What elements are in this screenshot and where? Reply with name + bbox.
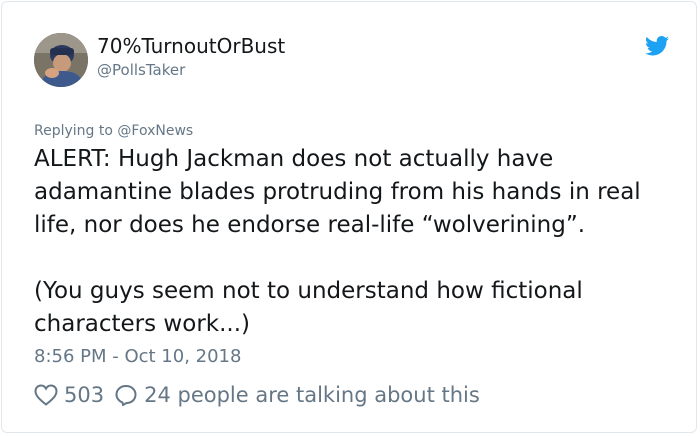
engagement-bar: 503 24 people are talking about this: [34, 380, 480, 410]
tweet-text-line: adamantine blades protruding from his ha…: [34, 179, 641, 205]
reply-bubble-icon[interactable]: [114, 384, 138, 406]
talking-about-link[interactable]: 24 people are talking about this: [144, 383, 480, 407]
author-display-name[interactable]: 70%TurnoutOrBust: [97, 34, 285, 58]
tweet-text-line: (You guys seem not to understand how fic…: [34, 278, 583, 304]
author-handle[interactable]: @PollsTaker: [97, 60, 185, 80]
tweet-text: ALERT: Hugh Jackman does not actually ha…: [34, 143, 674, 341]
twitter-bird-icon[interactable]: [645, 36, 669, 56]
like-count[interactable]: 503: [64, 383, 104, 407]
tweet-text-line: ALERT: Hugh Jackman does not actually ha…: [34, 146, 554, 172]
tweet-timestamp[interactable]: 8:56 PM - Oct 10, 2018: [34, 345, 241, 369]
tweet-text-blank-line: [34, 242, 674, 275]
tweet-text-line: life, nor does he endorse real-life “wol…: [34, 212, 586, 238]
tweet-text-line: characters work...): [34, 311, 250, 337]
avatar-photo: [34, 33, 88, 87]
reply-to-link[interactable]: @FoxNews: [117, 123, 193, 139]
reply-prefix: Replying to: [34, 123, 118, 139]
avatar[interactable]: [34, 33, 88, 87]
reply-context: Replying to @FoxNews: [34, 121, 193, 141]
heart-icon[interactable]: [34, 384, 58, 406]
tweet-card: 70%TurnoutOrBust @PollsTaker Replying to…: [1, 1, 697, 433]
